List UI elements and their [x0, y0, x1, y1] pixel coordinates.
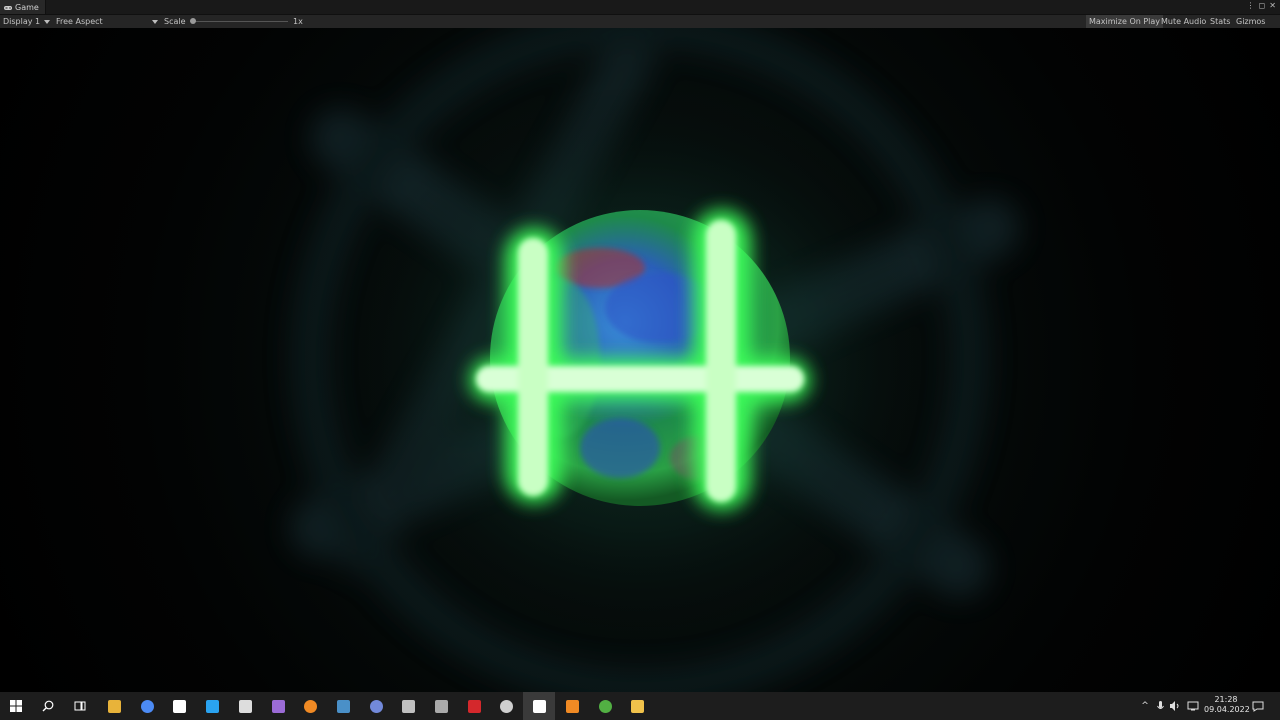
stats-button[interactable]: Stats — [1207, 15, 1233, 28]
display-dropdown[interactable]: Display 1 — [3, 15, 51, 28]
unity-editor-icon — [532, 699, 546, 713]
chevron-down-icon — [44, 19, 51, 24]
vscode-icon — [205, 699, 219, 713]
tab-label: Game — [15, 2, 39, 12]
game-viewport[interactable] — [0, 28, 1280, 692]
clock-app-taskbar-button[interactable] — [490, 692, 522, 720]
close-icon[interactable]: ✕ — [1269, 1, 1276, 10]
filezilla-taskbar-button[interactable] — [458, 692, 490, 720]
unity-icon — [434, 699, 448, 713]
maximize-on-play-button[interactable]: Maximize On Play — [1086, 15, 1164, 28]
gizmos-button[interactable]: Gizmos — [1233, 15, 1268, 28]
clock-time: 21:28 — [1214, 695, 1238, 704]
filezilla-icon — [467, 699, 481, 713]
notification-icon — [1252, 701, 1264, 712]
rendered-scene — [290, 28, 1020, 692]
search-icon — [42, 700, 54, 712]
file-explorer-icon — [107, 699, 121, 713]
unity-hub-icon — [238, 699, 252, 713]
discord-icon — [369, 699, 383, 713]
chrome-icon — [140, 699, 154, 713]
chevron-up-icon: ^ — [1141, 701, 1149, 711]
clock-app-icon — [499, 699, 513, 713]
chevron-down-icon — [152, 20, 158, 24]
app-icon — [172, 699, 186, 713]
unity-editor-taskbar-button[interactable] — [523, 692, 555, 720]
microphone-icon[interactable] — [1153, 692, 1167, 720]
github-taskbar-button[interactable] — [262, 692, 294, 720]
clock-date: 09.04.2022 — [1204, 705, 1250, 714]
mute-audio-button[interactable]: Mute Audio — [1158, 15, 1209, 28]
game-view-toolbar: Display 1 Free Aspect Scale 1x Maximize … — [0, 15, 1280, 28]
aspect-label: Free Aspect — [56, 17, 103, 26]
task-view-button[interactable] — [64, 692, 96, 720]
system-clock[interactable]: 21:28 09.04.2022 — [1204, 695, 1250, 715]
blender-icon — [303, 699, 317, 713]
app-taskbar-button[interactable] — [163, 692, 195, 720]
scale-value: 1x — [293, 17, 303, 26]
blender-2-taskbar-button[interactable] — [556, 692, 588, 720]
notes-icon — [630, 699, 644, 713]
editor-tab-bar: Game ⋮ ◻ ✕ — [0, 0, 1280, 15]
unity-hub-taskbar-button[interactable] — [229, 692, 261, 720]
window-controls: ⋮ ◻ ✕ — [1247, 1, 1276, 10]
notifications-button[interactable] — [1248, 692, 1268, 720]
more-options-icon[interactable]: ⋮ — [1247, 1, 1255, 10]
scale-label: Scale — [164, 17, 186, 26]
show-hidden-icons-button[interactable]: ^ — [1138, 692, 1152, 720]
file-explorer-taskbar-button[interactable] — [98, 692, 130, 720]
steam-icon — [336, 699, 350, 713]
volume-icon[interactable] — [1168, 692, 1182, 720]
app2-icon — [401, 699, 415, 713]
notes-taskbar-button[interactable] — [621, 692, 653, 720]
os-taskbar: ^ 21:28 09.04.2022 — [0, 692, 1280, 720]
aspect-dropdown[interactable]: Free Aspect — [56, 15, 158, 28]
display-label: Display 1 — [3, 17, 41, 26]
vscode-taskbar-button[interactable] — [196, 692, 228, 720]
discord-taskbar-button[interactable] — [360, 692, 392, 720]
blender-taskbar-button[interactable] — [294, 692, 326, 720]
start-button[interactable] — [0, 692, 32, 720]
chrome-taskbar-button[interactable] — [131, 692, 163, 720]
blender-2-icon — [565, 699, 579, 713]
maximize-icon[interactable]: ◻ — [1259, 1, 1266, 10]
app2-taskbar-button[interactable] — [392, 692, 424, 720]
xbox-taskbar-button[interactable] — [589, 692, 621, 720]
unity-taskbar-button[interactable] — [425, 692, 457, 720]
search-button[interactable] — [32, 692, 64, 720]
gamepad-icon — [4, 4, 12, 10]
tab-game[interactable]: Game — [0, 0, 46, 14]
task-view-icon — [74, 701, 86, 711]
steam-taskbar-button[interactable] — [327, 692, 359, 720]
scale-slider[interactable] — [190, 18, 288, 24]
windows-logo-icon — [10, 700, 22, 712]
network-icon[interactable] — [1185, 692, 1201, 720]
github-icon — [271, 699, 285, 713]
xbox-icon — [598, 699, 612, 713]
scale-slider-handle[interactable] — [190, 18, 196, 24]
